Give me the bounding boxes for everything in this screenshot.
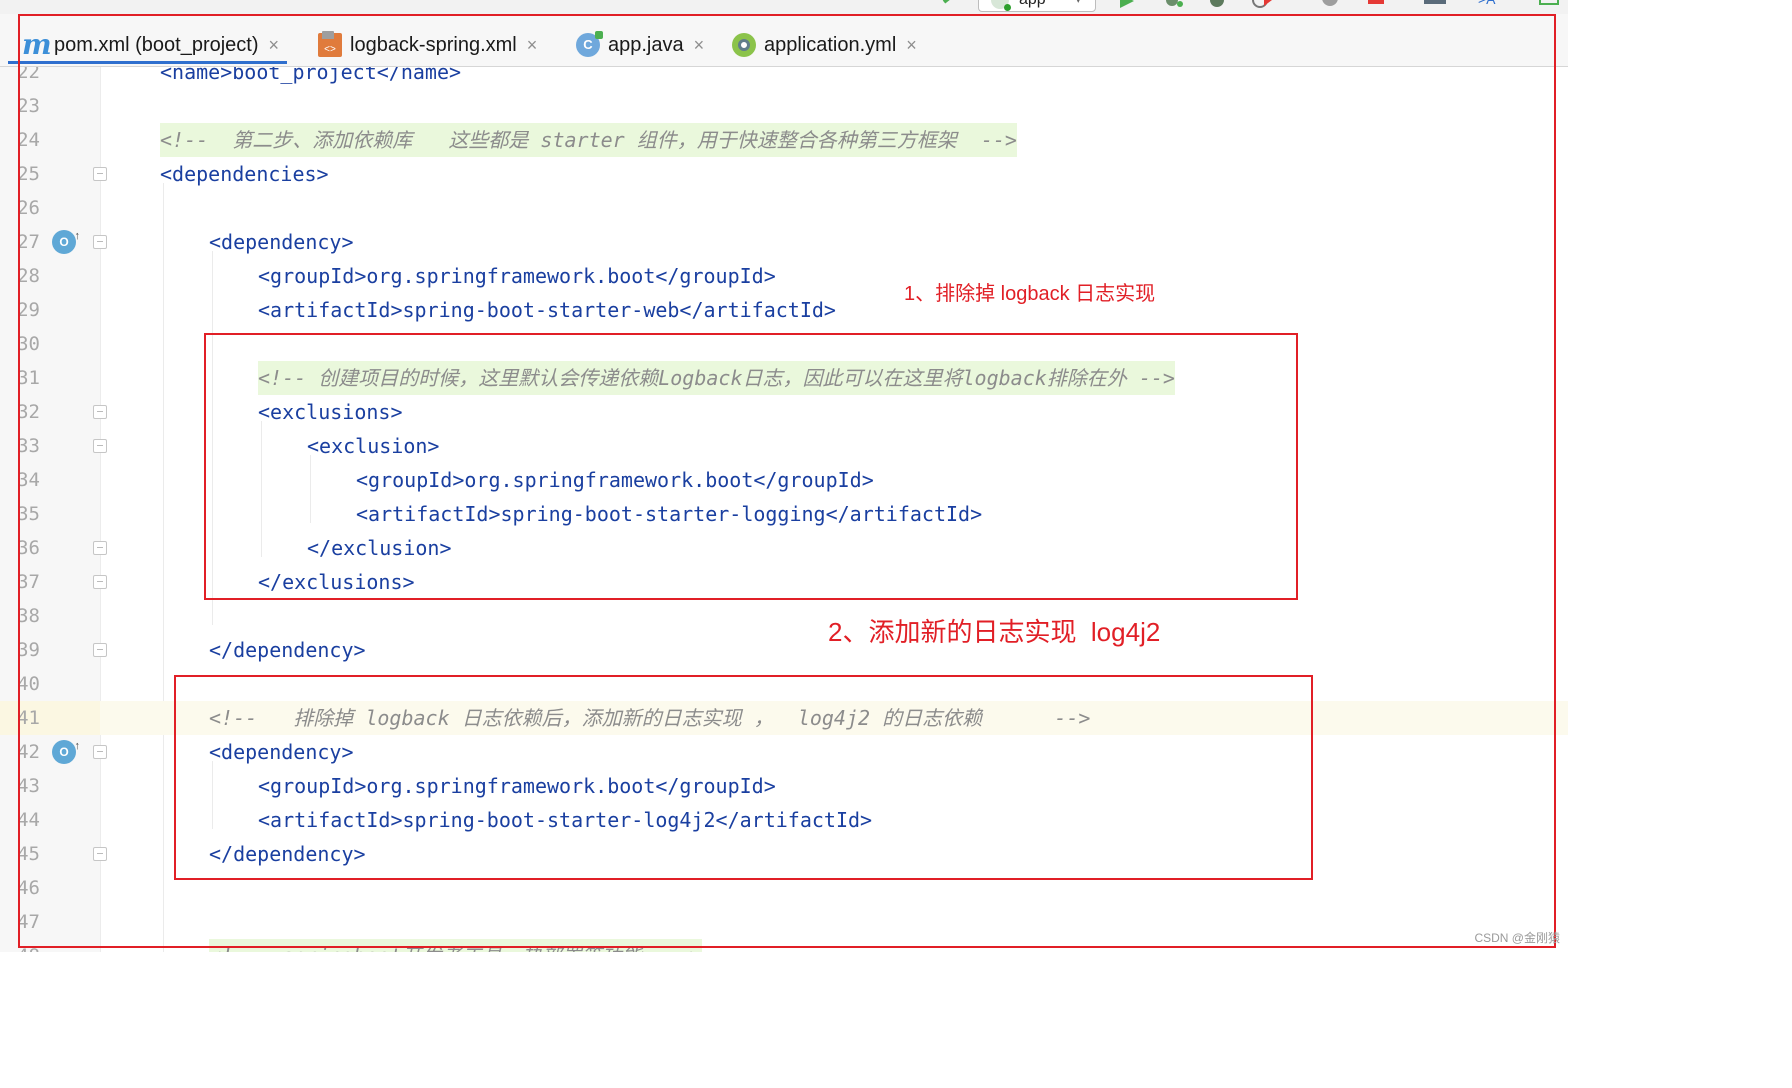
line-number: 27 [17, 231, 40, 253]
line-number: 46 [17, 877, 40, 899]
attach-icon[interactable] [1318, 0, 1344, 8]
fold-marker-icon[interactable] [93, 575, 107, 589]
fold-marker-icon[interactable] [93, 167, 107, 181]
line-number: 33 [17, 435, 40, 457]
close-icon[interactable]: × [906, 35, 917, 56]
code-text: <dependency> [209, 230, 354, 254]
annotation-note-1: 1、排除掉 logback 日志实现 [904, 283, 1156, 305]
line-number: 48 [0, 939, 40, 952]
line-number: 39 [17, 639, 40, 661]
line-number: 25 [17, 163, 40, 185]
code-text: <dependencies> [160, 162, 329, 186]
line-number: 47 [17, 911, 40, 933]
line-number: 24 [17, 129, 40, 151]
code-text: <artifactId>spring-boot-starter-web</art… [258, 298, 836, 322]
code-line[interactable]: 39 </dependency> [0, 633, 1568, 667]
fold-marker-icon[interactable] [93, 235, 107, 249]
code-line[interactable]: 25 <dependencies> [0, 157, 1568, 191]
tab-label: app.java [608, 33, 684, 56]
profile-icon[interactable] [1250, 0, 1280, 8]
tab-app-java[interactable]: C app.java × [576, 28, 704, 62]
code-line[interactable]: 26 [0, 191, 1568, 225]
watermark: CSDN @金刚猿 [1474, 931, 1560, 945]
run-configuration-selector[interactable]: app ▾ [978, 0, 1096, 12]
code-text: <name>boot_project</name> [160, 67, 462, 84]
tab-label: application.yml [764, 33, 897, 56]
fold-marker-icon[interactable] [93, 405, 107, 419]
editor-tab-bar: m pom.xml (boot_project) × <> logback-sp… [0, 14, 1568, 67]
xml-file-icon: <> [318, 31, 342, 57]
line-number: 44 [17, 809, 40, 831]
yaml-file-icon [732, 33, 756, 57]
code-comment: <!-- 第二步、添加依赖库 这些都是 starter 组件，用于快速整合各种第… [160, 123, 1017, 157]
fold-marker-icon[interactable] [93, 541, 107, 555]
maven-icon: m [22, 28, 52, 61]
chevron-down-icon: ▾ [1075, 0, 1081, 6]
fold-marker-icon[interactable] [93, 847, 107, 861]
annotation-box-log4j2 [174, 675, 1313, 880]
line-number: 31 [17, 367, 40, 389]
line-number: 41 [17, 707, 40, 729]
stop-icon[interactable] [1366, 0, 1386, 8]
structure-icon[interactable] [1420, 0, 1450, 8]
maven-dependency-gutter-icon[interactable]: O [52, 734, 80, 764]
back-arrow-icon[interactable] [940, 0, 960, 8]
line-number: 45 [17, 843, 40, 865]
line-number: 38 [17, 605, 40, 627]
tab-application-yml[interactable]: application.yml × [732, 28, 917, 62]
code-line[interactable]: 24 <!-- 第二步、添加依赖库 这些都是 starter 组件，用于快速整合… [0, 123, 1568, 157]
line-number: 35 [17, 503, 40, 525]
code-line[interactable]: 28 <groupId>org.springframework.boot</gr… [0, 259, 1568, 293]
svg-text:>A: >A [1478, 0, 1496, 7]
code-line[interactable]: 48 <!-- springboot开发者工具，热部署等功能 --> [0, 939, 1568, 952]
code-line[interactable]: 22 <name>boot_project</name> [0, 67, 1568, 89]
line-number: 28 [17, 265, 40, 287]
translate-icon[interactable]: >A [1478, 0, 1508, 8]
commit-icon[interactable] [1538, 0, 1562, 8]
line-number: 34 [17, 469, 40, 491]
code-text: </dependency> [209, 638, 366, 662]
line-number: 22 [17, 67, 40, 83]
tab-pom-xml[interactable]: m pom.xml (boot_project) × [7, 28, 288, 64]
line-number: 23 [17, 95, 40, 117]
debug-icon[interactable] [1160, 0, 1186, 8]
fold-marker-icon[interactable] [93, 745, 107, 759]
code-line[interactable]: 38 [0, 599, 1568, 633]
line-number: 43 [17, 775, 40, 797]
code-line[interactable]: 27 O <dependency> [0, 224, 1568, 259]
coverage-icon[interactable] [1205, 0, 1231, 8]
code-line[interactable]: 23 [0, 89, 1568, 123]
code-line[interactable]: 47 [0, 905, 1568, 939]
annotation-note-2: 2、添加新的日志实现 log4j2 [828, 617, 1161, 647]
line-number: 40 [17, 673, 40, 695]
main-toolbar: app ▾ >A [0, 0, 1568, 14]
line-number: 42 [17, 741, 40, 763]
close-icon[interactable]: × [269, 35, 280, 56]
app-config-icon [991, 0, 1011, 11]
run-configuration-label: app [1019, 0, 1046, 8]
tab-label: logback-spring.xml [350, 33, 517, 56]
line-number: 32 [17, 401, 40, 423]
code-line[interactable]: 29 <artifactId>spring-boot-starter-web</… [0, 293, 1568, 327]
annotation-box-exclusions [204, 333, 1298, 600]
fold-marker-icon[interactable] [93, 643, 107, 657]
code-comment: <!-- springboot开发者工具，热部署等功能 --> [209, 939, 702, 952]
close-icon[interactable]: × [527, 35, 538, 56]
run-icon[interactable] [1118, 0, 1136, 8]
line-number: 37 [17, 571, 40, 593]
line-number: 29 [17, 299, 40, 321]
fold-marker-icon[interactable] [93, 439, 107, 453]
line-number: 36 [17, 537, 40, 559]
tab-logback-spring-xml[interactable]: <> logback-spring.xml × [318, 28, 537, 62]
line-number: 30 [17, 333, 40, 355]
tab-label: pom.xml (boot_project) [54, 33, 259, 56]
close-icon[interactable]: × [694, 35, 705, 56]
line-number: 26 [17, 197, 40, 219]
java-class-icon: C [576, 31, 603, 57]
maven-dependency-gutter-icon[interactable]: O [52, 224, 80, 254]
code-text: <groupId>org.springframework.boot</group… [258, 264, 776, 288]
